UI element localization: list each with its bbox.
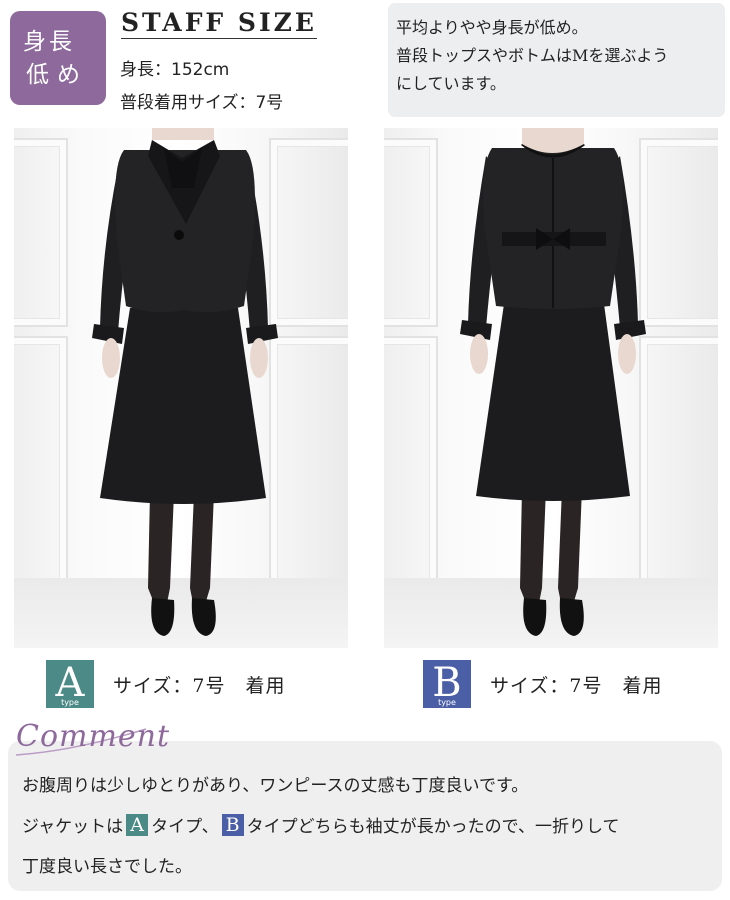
caption-type-b: B type サイズ：7号 着用 [423,660,663,708]
caption-a-text: サイズ：7号 着用 [113,674,286,697]
badge-line-2: 低め [26,62,88,88]
staff-note: 平均よりやや身長が低め。 普段トップスやボトムはMを選ぶよう にしています。 [388,3,725,117]
badge-line-1: 身長 [23,29,75,55]
inline-type-a-label: A [126,813,149,836]
staff-usual-size: 普段着用サイズ：7号 [120,93,284,113]
type-b-label: B type [423,660,471,708]
inline-type-b-label: B [221,813,244,836]
comment-line-2-post: タイプどちらも袖丈が長かったので、一折りして [246,817,620,837]
staff-size-title: STAFF SIZE [121,8,317,39]
note-line-3: にしています。 [396,74,506,93]
comment-line-1: お腹周りは少しゆとりがあり、ワンピースの丈感も丁度良いです。 [22,776,529,796]
caption-type-a: A type サイズ：7号 着用 [46,660,286,708]
caption-b-text: サイズ：7号 着用 [490,674,663,697]
type-a-word: type [61,698,79,707]
model-photo-type-a [14,128,348,648]
comment-title: Comment [16,719,171,754]
comment-line-2: ジャケットは A タイプ、 B タイプどちらも袖丈が長かったので、一折りして [22,812,619,837]
model-figure-b [460,128,646,636]
height-badge: 身長 低め [10,11,106,105]
note-line-1: 平均よりやや身長が低め。 [396,18,588,37]
model-photo-type-b [384,128,718,648]
note-line-2: 普段トップスやボトムはMを選ぶよう [396,46,669,65]
comment-line-2-mid: タイプ、 [151,817,219,837]
comment-line-3: 丁度良い長さでした。 [22,857,192,877]
type-a-label: A type [46,660,94,708]
model-figure-a [92,128,278,636]
staff-height: 身長：152cm [120,60,230,80]
comment-line-2-pre: ジャケットは [22,817,124,837]
type-b-word: type [438,698,456,707]
